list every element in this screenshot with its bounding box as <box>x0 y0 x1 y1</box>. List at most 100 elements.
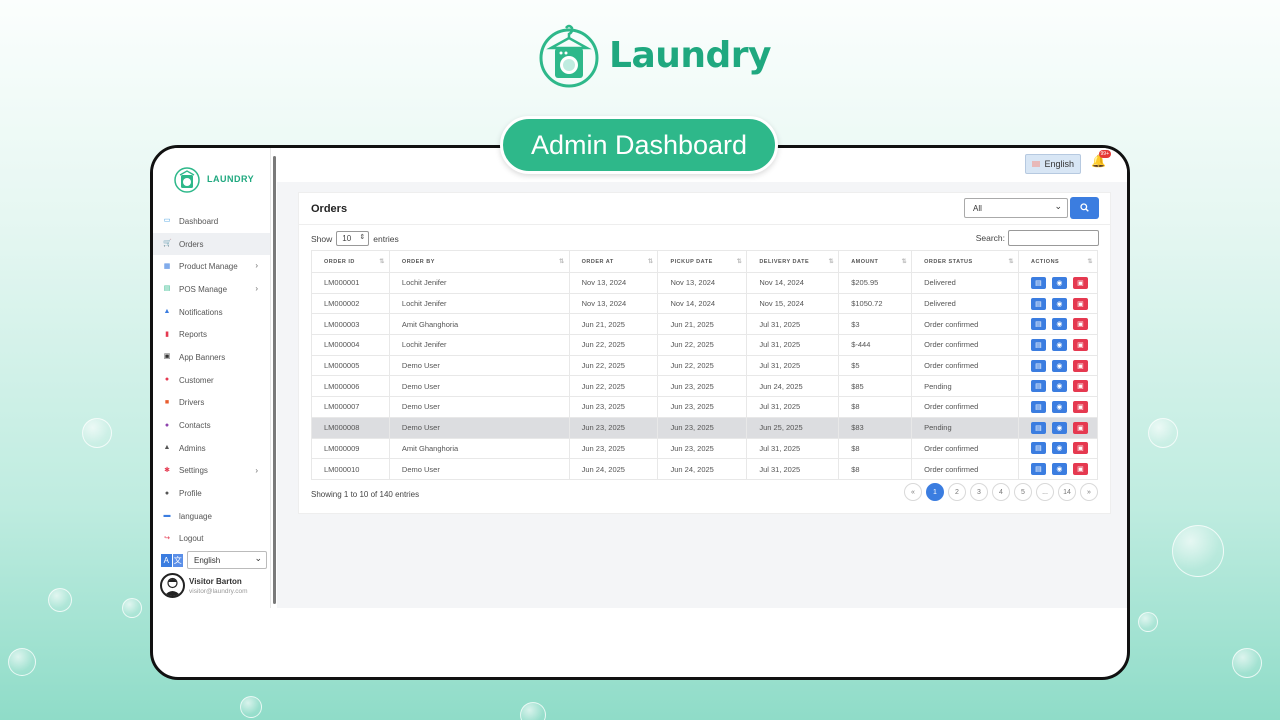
table-row[interactable]: LM000001 Lochit Jenifer Nov 13, 2024 Nov 13… <box>311 272 1099 294</box>
page-button[interactable]: 3 <box>970 483 988 501</box>
view-button[interactable]: ◉ <box>1051 297 1067 310</box>
edit-button[interactable]: ▤ <box>1030 380 1046 393</box>
cell-delivery-date: Jul 31, 2025 <box>746 396 840 418</box>
filter-search-button[interactable] <box>1070 197 1099 219</box>
sidebar-logo[interactable]: LAUNDRY <box>153 148 270 210</box>
print-button[interactable]: ▣ <box>1072 297 1088 310</box>
sidebar-item-notifications[interactable]: ▲ Notifications <box>153 301 270 324</box>
eye-icon: ◉ <box>1056 321 1063 329</box>
column-header[interactable]: Pickup Date ⇅ <box>657 250 748 273</box>
sidebar-item-contacts[interactable]: ● Contacts <box>153 414 270 437</box>
view-button[interactable]: ◉ <box>1051 400 1067 413</box>
column-header[interactable]: Actions ⇅ <box>1017 250 1099 273</box>
view-button[interactable]: ◉ <box>1051 421 1067 434</box>
view-button[interactable]: ◉ <box>1051 318 1067 331</box>
print-button[interactable]: ▣ <box>1072 380 1088 393</box>
sidebar-item-dashboard[interactable]: ▭ Dashboard <box>153 210 270 233</box>
view-button[interactable]: ◉ <box>1051 276 1067 289</box>
sidebar-item-drivers[interactable]: ■ Drivers <box>153 392 270 415</box>
edit-button[interactable]: ▤ <box>1030 421 1046 434</box>
pos-icon: ▤ <box>163 285 171 293</box>
sidebar-item-orders[interactable]: 🛒 Orders <box>153 232 270 256</box>
column-header[interactable]: Order At ⇅ <box>568 250 659 273</box>
language-button[interactable]: English <box>1025 154 1081 174</box>
cell-order-status: Delivered <box>911 272 1019 294</box>
sidebar-item-label: language <box>179 511 212 521</box>
edit-button[interactable]: ▤ <box>1030 276 1046 289</box>
cell-order-status: Order confirmed <box>911 313 1019 336</box>
page-button[interactable]: 2 <box>948 483 966 501</box>
edit-button[interactable]: ▤ <box>1030 318 1046 331</box>
sidebar-item-app-banners[interactable]: ▣ App Banners <box>153 346 270 369</box>
cell-actions: ▤ ◉ ▣ <box>1017 417 1099 439</box>
view-button[interactable]: ◉ <box>1051 463 1067 476</box>
table-row[interactable]: LM000002 Lochit Jenifer Nov 13, 2024 Nov 14… <box>311 293 1099 315</box>
sidebar-item-product-manage[interactable]: ▦ Product Manage › <box>153 255 270 278</box>
device-frame: LAUNDRY ▭ Dashboard 🛒 Orders ▦ Product Manage… <box>150 145 1130 680</box>
sidebar-item-profile[interactable]: ● Profile <box>153 482 270 505</box>
cell-actions: ▤ ◉ ▣ <box>1017 396 1099 418</box>
cell-order-status: Order confirmed <box>911 334 1019 356</box>
edit-button[interactable]: ▤ <box>1030 297 1046 310</box>
print-button[interactable]: ▣ <box>1072 463 1088 476</box>
print-button[interactable]: ▣ <box>1072 442 1088 455</box>
cell-order-id: LM000009 <box>311 438 390 460</box>
cell-order-id: LM000010 <box>311 458 390 480</box>
column-header[interactable]: Amount ⇅ <box>838 250 913 273</box>
edit-button[interactable]: ▤ <box>1030 400 1046 413</box>
user-profile[interactable]: Visitor Barton visitor@laundry.com <box>160 573 248 598</box>
cell-order-status: Order confirmed <box>911 438 1019 460</box>
edit-button[interactable]: ▤ <box>1030 442 1046 455</box>
table-row[interactable]: LM000003 Amit Ghanghoria Jun 21, 2025 Jun 2… <box>311 313 1099 336</box>
edit-button[interactable]: ▤ <box>1030 463 1046 476</box>
print-button[interactable]: ▣ <box>1072 318 1088 331</box>
page-button[interactable]: 1 <box>926 483 944 501</box>
table-row[interactable]: LM000004 Lochit Jenifer Jun 22, 2025 Jun 22… <box>311 334 1099 356</box>
view-button[interactable]: ◉ <box>1051 338 1067 351</box>
edit-button[interactable]: ▤ <box>1030 359 1046 372</box>
entries-length-select[interactable]: 10 <box>336 231 370 246</box>
status-filter-select[interactable]: All <box>964 198 1068 218</box>
sort-icon: ⇅ <box>1087 259 1093 265</box>
cell-pickup-date: Jun 23, 2025 <box>657 375 748 398</box>
sidebar-scrollbar[interactable] <box>273 156 276 604</box>
notifications-bell[interactable]: 🔔 99+ <box>1091 150 1111 170</box>
print-button[interactable]: ▣ <box>1072 359 1088 372</box>
sidebar-language-select[interactable]: English <box>187 551 267 569</box>
view-button[interactable]: ◉ <box>1051 359 1067 372</box>
page-button[interactable]: 14 <box>1058 483 1076 501</box>
view-button[interactable]: ◉ <box>1051 380 1067 393</box>
table-row[interactable]: LM000008 Demo User Jun 23, 2025 Jun 23, 202… <box>311 417 1099 439</box>
sidebar-item-settings[interactable]: ✱ Settings › <box>153 460 270 483</box>
table-row[interactable]: LM000006 Demo User Jun 22, 2025 Jun 23, 202… <box>311 375 1099 398</box>
table-row[interactable]: LM000009 Amit Ghanghoria Jun 23, 2025 Jun 2… <box>311 438 1099 460</box>
sidebar-item-customer[interactable]: ● Customer <box>153 369 270 392</box>
print-button[interactable]: ▣ <box>1072 276 1088 289</box>
cell-pickup-date: Jun 22, 2025 <box>657 334 748 356</box>
edit-icon: ▤ <box>1035 341 1042 349</box>
print-button[interactable]: ▣ <box>1072 338 1088 351</box>
print-button[interactable]: ▣ <box>1072 421 1088 434</box>
sidebar-item-admins[interactable]: ▲ Admins <box>153 437 270 460</box>
table-row[interactable]: LM000005 Demo User Jun 22, 2025 Jun 22, 202… <box>311 355 1099 377</box>
table-row[interactable]: LM000007 Demo User Jun 23, 2025 Jun 23, 202… <box>311 396 1099 418</box>
page-button[interactable]: 5 <box>1014 483 1032 501</box>
sidebar-item-reports[interactable]: ▮ Reports <box>153 323 270 346</box>
column-header[interactable]: Order Status ⇅ <box>911 250 1019 273</box>
sidebar-item-logout[interactable]: ↪ Logout <box>153 528 270 551</box>
print-button[interactable]: ▣ <box>1072 400 1088 413</box>
table-row[interactable]: LM000010 Demo User Jun 24, 2025 Jun 24, 202… <box>311 458 1099 480</box>
sidebar-item-pos-manage[interactable]: ▤ POS Manage › <box>153 278 270 301</box>
page-button[interactable]: 4 <box>992 483 1010 501</box>
column-header[interactable]: Order By ⇅ <box>388 250 570 273</box>
edit-button[interactable]: ▤ <box>1030 338 1046 351</box>
next-page-button[interactable]: » <box>1080 483 1098 501</box>
view-button[interactable]: ◉ <box>1051 442 1067 455</box>
table-search-input[interactable] <box>1008 230 1099 246</box>
column-header[interactable]: Delivery Date ⇅ <box>746 250 840 273</box>
sidebar-item-language[interactable]: ▬ language <box>153 505 270 528</box>
prev-page-button[interactable]: « <box>904 483 922 501</box>
cell-order-status: Order confirmed <box>911 355 1019 377</box>
column-header[interactable]: Order ID ⇅ <box>311 250 390 273</box>
cell-order-at: Nov 13, 2024 <box>568 293 659 315</box>
